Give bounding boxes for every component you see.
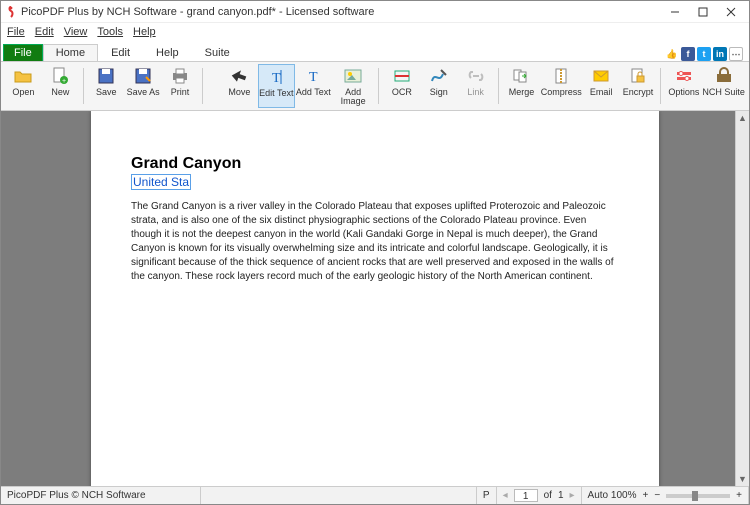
status-page-prefix: P bbox=[477, 487, 497, 504]
ribbon-toolbar: Open + New Save Save As Print Move T Edi… bbox=[1, 61, 749, 111]
tab-strip: File Home Edit Help Suite 👍 f t in ⋯ bbox=[1, 41, 749, 61]
new-file-icon: + bbox=[50, 66, 70, 86]
doc-heading[interactable]: Grand Canyon bbox=[131, 155, 619, 173]
print-icon bbox=[170, 66, 190, 86]
sign-button[interactable]: Sign bbox=[420, 64, 457, 108]
tab-edit[interactable]: Edit bbox=[98, 44, 143, 61]
page-navigator: ◂ 1 of 1 ▸ bbox=[497, 487, 582, 504]
page-total: 1 bbox=[558, 490, 564, 501]
menu-view[interactable]: View bbox=[64, 26, 88, 38]
zoom-controls: Auto 100% + − + bbox=[582, 487, 749, 504]
doc-body-text[interactable]: The Grand Canyon is a river valley in th… bbox=[131, 200, 619, 284]
add-image-icon bbox=[343, 66, 363, 86]
app-icon bbox=[5, 6, 17, 18]
menu-edit[interactable]: Edit bbox=[35, 26, 54, 38]
new-button[interactable]: + New bbox=[42, 64, 79, 108]
doc-subtitle-editing[interactable]: United Sta bbox=[131, 174, 191, 190]
save-as-button[interactable]: Save As bbox=[125, 64, 162, 108]
window-controls bbox=[661, 2, 745, 22]
share-icon[interactable]: ⋯ bbox=[729, 47, 743, 61]
save-as-icon bbox=[133, 66, 153, 86]
save-icon bbox=[96, 66, 116, 86]
tab-home[interactable]: Home bbox=[43, 44, 98, 61]
linkedin-icon[interactable]: in bbox=[713, 47, 727, 61]
tab-help[interactable]: Help bbox=[143, 44, 192, 61]
edit-text-button[interactable]: T Edit Text bbox=[258, 64, 295, 108]
email-button[interactable]: Email bbox=[583, 64, 620, 108]
scroll-up-icon[interactable]: ▲ bbox=[736, 111, 749, 125]
ocr-button[interactable]: OCR bbox=[383, 64, 420, 108]
move-icon bbox=[229, 66, 249, 86]
minimize-button[interactable] bbox=[661, 2, 689, 22]
zoom-label: Auto 100% bbox=[588, 490, 637, 501]
zoom-out-icon[interactable]: − bbox=[654, 490, 660, 501]
compress-icon bbox=[551, 66, 571, 86]
vertical-scrollbar[interactable]: ▲ ▼ bbox=[735, 111, 749, 486]
save-button[interactable]: Save bbox=[88, 64, 125, 108]
nch-suite-button[interactable]: NCH Suite bbox=[702, 64, 745, 108]
zoom-in-icon[interactable]: + bbox=[736, 490, 742, 501]
page-prev-icon[interactable]: ◂ bbox=[503, 490, 508, 501]
pdf-page[interactable]: Grand Canyon United Sta The Grand Canyon… bbox=[91, 111, 659, 486]
add-image-button[interactable]: Add Image bbox=[332, 64, 375, 108]
status-spacer bbox=[201, 487, 477, 504]
scroll-down-icon[interactable]: ▼ bbox=[736, 472, 749, 486]
page-of-label: of bbox=[544, 490, 552, 501]
menu-tools[interactable]: Tools bbox=[97, 26, 123, 38]
like-icon[interactable]: 👍 bbox=[665, 47, 679, 61]
edit-text-icon: T bbox=[266, 67, 286, 87]
app-window: PicoPDF Plus by NCH Software - grand can… bbox=[0, 0, 750, 505]
svg-text:T: T bbox=[309, 70, 318, 85]
twitter-icon[interactable]: t bbox=[697, 47, 711, 61]
scroll-track[interactable] bbox=[736, 125, 749, 472]
document-viewport[interactable]: Grand Canyon United Sta The Grand Canyon… bbox=[1, 111, 749, 486]
merge-button[interactable]: Merge bbox=[503, 64, 540, 108]
add-text-button[interactable]: T Add Text bbox=[295, 64, 332, 108]
window-title: PicoPDF Plus by NCH Software - grand can… bbox=[21, 6, 661, 18]
menu-help[interactable]: Help bbox=[133, 26, 156, 38]
options-icon bbox=[674, 66, 694, 86]
email-icon bbox=[591, 66, 611, 86]
page-next-icon[interactable]: ▸ bbox=[570, 490, 575, 501]
menu-bar: File Edit View Tools Help bbox=[1, 23, 749, 41]
status-app-label: PicoPDF Plus © NCH Software bbox=[1, 487, 201, 504]
options-button[interactable]: Options bbox=[665, 64, 702, 108]
zoom-plus-icon[interactable]: + bbox=[642, 490, 648, 501]
sign-icon bbox=[429, 66, 449, 86]
facebook-icon[interactable]: f bbox=[681, 47, 695, 61]
merge-icon bbox=[511, 66, 531, 86]
file-tab[interactable]: File bbox=[3, 44, 43, 61]
suite-icon bbox=[714, 66, 734, 86]
encrypt-icon bbox=[628, 66, 648, 86]
add-text-icon: T bbox=[303, 66, 323, 86]
svg-text:T: T bbox=[272, 71, 281, 86]
status-bar: PicoPDF Plus © NCH Software P ◂ 1 of 1 ▸… bbox=[1, 486, 749, 504]
compress-button[interactable]: Compress bbox=[540, 64, 583, 108]
open-button[interactable]: Open bbox=[5, 64, 42, 108]
maximize-button[interactable] bbox=[689, 2, 717, 22]
svg-text:+: + bbox=[62, 78, 66, 85]
move-button[interactable]: Move bbox=[221, 64, 258, 108]
link-icon bbox=[466, 66, 486, 86]
tab-suite[interactable]: Suite bbox=[192, 44, 243, 61]
folder-open-icon bbox=[13, 66, 33, 86]
close-button[interactable] bbox=[717, 2, 745, 22]
social-links: 👍 f t in ⋯ bbox=[665, 47, 749, 61]
zoom-slider[interactable] bbox=[666, 494, 730, 498]
encrypt-button[interactable]: Encrypt bbox=[620, 64, 657, 108]
page-current-input[interactable]: 1 bbox=[514, 489, 538, 502]
ocr-icon bbox=[392, 66, 412, 86]
title-bar: PicoPDF Plus by NCH Software - grand can… bbox=[1, 1, 749, 23]
print-button[interactable]: Print bbox=[162, 64, 199, 108]
menu-file[interactable]: File bbox=[7, 26, 25, 38]
link-button[interactable]: Link bbox=[457, 64, 494, 108]
